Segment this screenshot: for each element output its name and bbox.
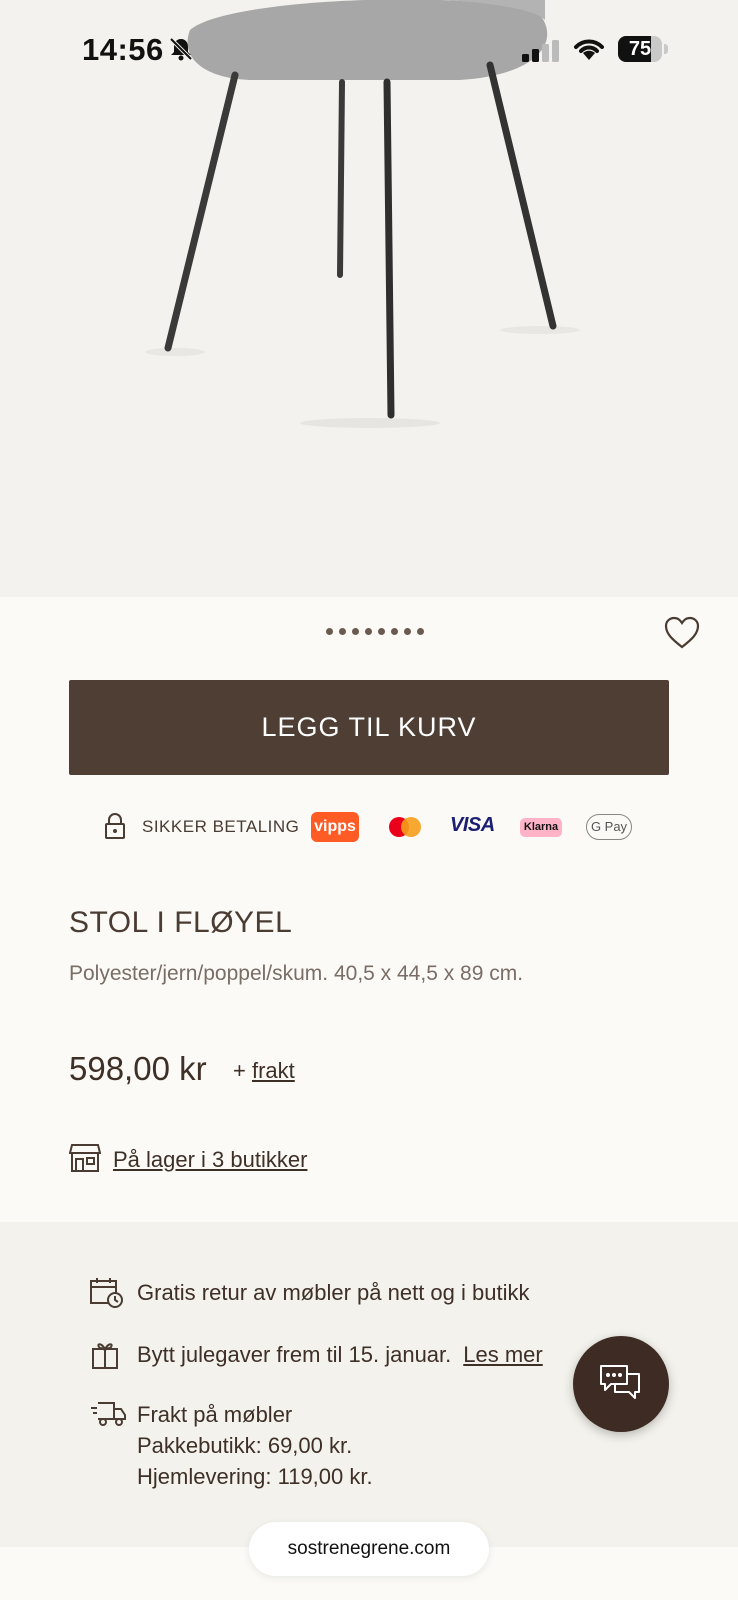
freight-home-price: Hjemlevering: 119,00 kr. bbox=[137, 1464, 373, 1489]
secure-payment-label: SIKKER BETALING bbox=[142, 817, 300, 836]
gallery-dot[interactable] bbox=[391, 628, 398, 635]
freight-pickup-price: Pakkebutikk: 69,00 kr. bbox=[137, 1433, 353, 1458]
calendar-icon bbox=[90, 1277, 124, 1317]
gallery-dot[interactable] bbox=[417, 628, 424, 635]
freight-title: Frakt på møbler bbox=[137, 1402, 293, 1427]
google-pay-logo: G Pay bbox=[586, 814, 632, 840]
favorite-button[interactable] bbox=[663, 614, 701, 652]
gallery-dot[interactable] bbox=[365, 628, 372, 635]
vipps-logo: vipps bbox=[311, 812, 359, 842]
mastercard-logo bbox=[387, 816, 423, 838]
product-price: 598,00 kr bbox=[69, 1050, 207, 1087]
visa-logo: VISA bbox=[450, 814, 495, 836]
chair-illustration bbox=[145, 0, 580, 428]
status-bar: 14:56 75 bbox=[0, 30, 738, 72]
chat-button[interactable] bbox=[573, 1336, 669, 1432]
product-image[interactable]: 14:56 75 bbox=[0, 0, 738, 597]
returns-text: Gratis retur av møbler på nett og i buti… bbox=[137, 1280, 530, 1305]
battery-icon: 75 bbox=[618, 36, 668, 62]
store-icon bbox=[68, 1143, 102, 1178]
stock-link[interactable]: På lager i 3 butikker bbox=[113, 1147, 307, 1173]
status-time: 14:56 bbox=[82, 32, 164, 67]
klarna-logo: Klarna bbox=[520, 818, 562, 837]
gallery-dot[interactable] bbox=[326, 628, 333, 635]
heart-icon bbox=[664, 616, 700, 649]
shipping-info: + frakt bbox=[233, 1058, 295, 1084]
cellular-signal-icon bbox=[522, 40, 562, 67]
shipping-link[interactable]: frakt bbox=[252, 1058, 295, 1083]
browser-url-bar[interactable]: sostrenegrene.com bbox=[249, 1522, 489, 1576]
gallery-dot[interactable] bbox=[352, 628, 359, 635]
add-to-cart-button[interactable]: LEGG TIL KURV bbox=[69, 680, 669, 775]
gallery-pagination[interactable] bbox=[326, 628, 424, 635]
chat-icon bbox=[600, 1365, 640, 1399]
lock-icon bbox=[104, 812, 126, 845]
read-more-link[interactable]: Les mer bbox=[463, 1342, 542, 1367]
bell-slash-icon bbox=[168, 36, 194, 67]
exchange-text: Bytt julegaver frem til 15. januar. bbox=[137, 1342, 452, 1367]
delivery-truck-icon bbox=[90, 1399, 126, 1437]
shipping-prefix: + bbox=[233, 1058, 246, 1083]
payment-methods-row: SIKKER BETALING vipps VISA Klarna G Pay bbox=[100, 810, 640, 846]
product-title: STOL I FLØYEL bbox=[69, 906, 293, 939]
battery-percent: 75 bbox=[628, 38, 652, 60]
gallery-dot[interactable] bbox=[404, 628, 411, 635]
gallery-dot[interactable] bbox=[378, 628, 385, 635]
gallery-dot[interactable] bbox=[339, 628, 346, 635]
wifi-icon bbox=[572, 36, 606, 67]
gift-icon bbox=[90, 1339, 122, 1379]
product-description: Polyester/jern/poppel/skum. 40,5 x 44,5 … bbox=[69, 962, 524, 985]
